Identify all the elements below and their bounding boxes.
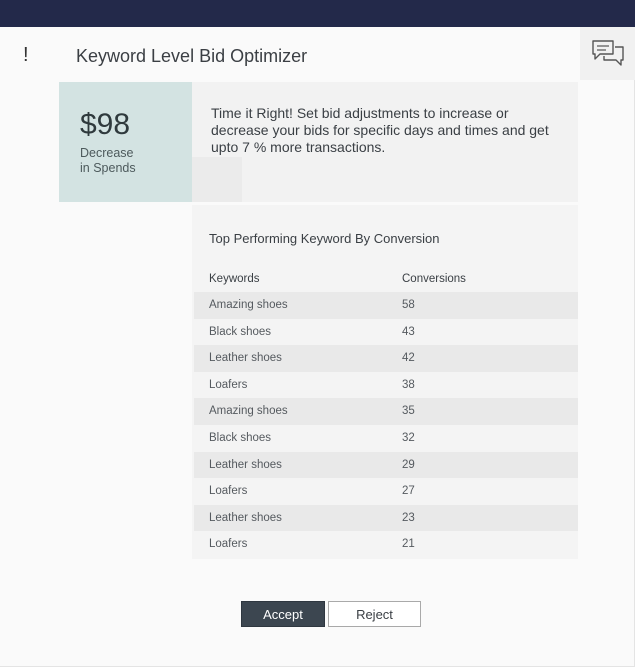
conversions-cell: 38 <box>402 378 415 391</box>
keyword-cell: Leather shoes <box>209 511 282 524</box>
keyword-cell: Leather shoes <box>209 352 282 365</box>
conversions-cell: 27 <box>402 485 415 498</box>
table-row: Black shoes 32 <box>194 424 578 452</box>
table-title: Top Performing Keyword By Conversion <box>209 231 440 246</box>
recommendation-card: ! Keyword Level Bid Optimizer $98 Decrea… <box>0 27 635 667</box>
card-title: Keyword Level Bid Optimizer <box>76 46 308 66</box>
keyword-cell: Loafers <box>209 485 248 498</box>
conversions-cell: 23 <box>402 511 415 524</box>
recommendation-message-panel: Time it Right! Set bid adjustments to in… <box>192 82 578 202</box>
keyword-cell: Amazing shoes <box>209 299 288 311</box>
keyword-cell: Amazing shoes <box>209 405 288 418</box>
column-header-conversions: Conversions <box>402 273 466 285</box>
conversions-cell: 21 <box>402 538 415 551</box>
metric-label: Decrease in Spends <box>80 146 180 176</box>
keyword-cell: Black shoes <box>209 431 272 444</box>
keyword-cell: Loafers <box>209 538 248 551</box>
reject-button[interactable]: Reject <box>328 601 421 627</box>
conversions-cell: 32 <box>402 431 415 444</box>
alert-icon: ! <box>23 44 29 66</box>
conversions-cell: 43 <box>402 325 415 338</box>
metric-label-line1: Decrease <box>80 146 134 160</box>
keyword-table-panel: Top Performing Keyword By Conversion Key… <box>192 205 578 559</box>
table-row: Amazing shoes 35 <box>194 398 578 425</box>
table-row: Loafers 38 <box>194 371 578 399</box>
keyword-cell: Loafers <box>209 378 248 391</box>
column-header-keywords: Keywords <box>209 273 260 285</box>
panel-shade <box>192 157 242 202</box>
metric-value: $98 <box>80 108 131 141</box>
conversions-cell: 35 <box>402 405 415 418</box>
table-row: Leather shoes 23 <box>194 504 578 532</box>
conversions-cell: 29 <box>402 458 415 471</box>
keyword-cell: Leather shoes <box>209 458 282 471</box>
conversions-cell: 42 <box>402 352 415 365</box>
table-row: Black shoes 43 <box>194 318 578 346</box>
keyword-table-body: Amazing shoes 58 Black shoes 43 Leather shoe… <box>194 292 578 558</box>
table-row: Loafers 27 <box>194 478 578 505</box>
chat-button[interactable] <box>580 27 635 80</box>
chat-bubbles-icon <box>591 39 624 66</box>
metric-label-line2: in Spends <box>80 161 136 175</box>
conversions-cell: 58 <box>402 299 415 311</box>
accept-button[interactable]: Accept <box>241 601 325 627</box>
table-row: Leather shoes 29 <box>194 451 578 479</box>
table-row: Leather shoes 42 <box>194 345 578 372</box>
keyword-cell: Black shoes <box>209 325 272 338</box>
savings-metric-tile: $98 Decrease in Spends <box>59 82 192 202</box>
table-row: Amazing shoes 58 <box>194 292 578 319</box>
top-navigation-bar <box>0 0 635 27</box>
table-row: Loafers 21 <box>194 531 578 558</box>
recommendation-message: Time it Right! Set bid adjustments to in… <box>211 105 549 155</box>
